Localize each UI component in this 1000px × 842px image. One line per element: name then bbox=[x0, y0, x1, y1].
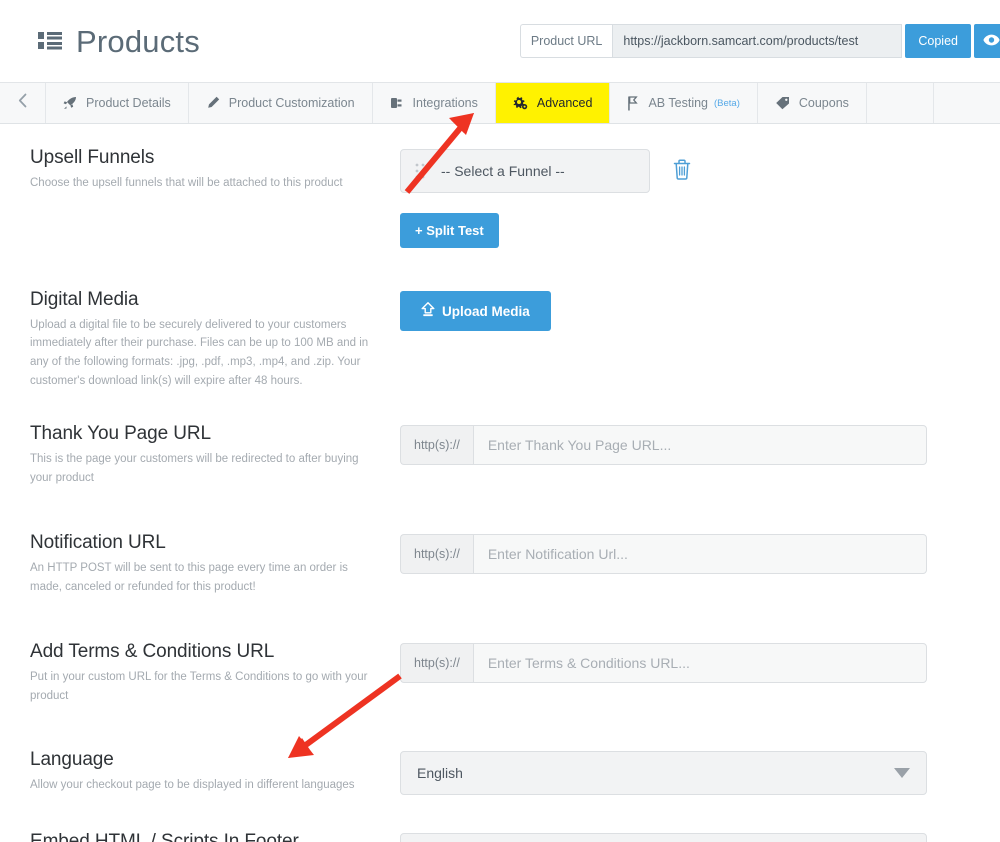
tab-label: Advanced bbox=[536, 96, 593, 110]
page-title: Products bbox=[76, 23, 200, 59]
trash-icon bbox=[672, 158, 692, 184]
caret-down-icon bbox=[894, 768, 910, 779]
url-protocol-prefix: http(s):// bbox=[400, 534, 473, 575]
section-title: Add Terms & Conditions URL bbox=[30, 641, 275, 663]
section-label-group: Upsell Funnels Choose the upsell funnels… bbox=[30, 146, 400, 192]
tab-coupons[interactable]: Coupons bbox=[758, 83, 867, 123]
section-description: Choose the upsell funnels that will be a… bbox=[30, 176, 343, 189]
section-thank-you-url: Thank You Page URL This is the page your… bbox=[0, 390, 1000, 487]
plug-icon bbox=[390, 96, 404, 110]
funnel-select[interactable]: -- Select a Funnel -- bbox=[400, 149, 650, 193]
drag-handle-icon[interactable] bbox=[415, 163, 425, 179]
section-upsell-funnels: Upsell Funnels Choose the upsell funnels… bbox=[0, 124, 1000, 248]
section-label-group: Notification URL An HTTP POST will be se… bbox=[30, 531, 400, 596]
flag-icon bbox=[627, 95, 639, 111]
tab-advanced[interactable]: Advanced bbox=[495, 83, 611, 123]
section-description: Allow your checkout page to be displayed… bbox=[30, 779, 355, 791]
upload-media-button[interactable]: Upload Media bbox=[400, 291, 551, 331]
product-url-label: Product URL bbox=[519, 24, 613, 58]
preview-product-button[interactable] bbox=[974, 24, 1000, 58]
advanced-settings-content: Upsell Funnels Choose the upsell funnels… bbox=[0, 124, 1000, 842]
tag-icon bbox=[775, 96, 790, 110]
pencil-icon bbox=[206, 96, 220, 110]
section-description: An HTTP POST will be sent to this page e… bbox=[30, 562, 348, 593]
section-terms-url: Add Terms & Conditions URL Put in your c… bbox=[0, 596, 1000, 705]
section-title: Embed HTML / Scripts In Footer bbox=[30, 831, 299, 842]
product-url-input[interactable] bbox=[612, 24, 903, 58]
notification-url-input[interactable] bbox=[472, 534, 927, 575]
add-split-test-button[interactable]: + Split Test bbox=[400, 213, 499, 248]
funnel-select-value: -- Select a Funnel -- bbox=[441, 163, 565, 179]
section-label-group: Add Terms & Conditions URL Put in your c… bbox=[30, 640, 400, 705]
section-field-group: Upload Media bbox=[400, 288, 970, 331]
tab-back-button[interactable] bbox=[0, 83, 46, 123]
tab-label: Product Customization bbox=[228, 96, 355, 110]
section-field-group: http(s):// bbox=[400, 422, 970, 466]
upload-media-label: Upload Media bbox=[442, 303, 530, 319]
section-title: Upsell Funnels bbox=[30, 147, 155, 168]
thank-you-url-group: http(s):// bbox=[400, 425, 927, 466]
tab-integrations[interactable]: Integrations bbox=[373, 83, 496, 123]
page-title-group: Products bbox=[38, 26, 200, 57]
section-title: Thank You Page URL bbox=[30, 423, 211, 445]
eye-icon bbox=[982, 34, 1000, 49]
language-select-value: English bbox=[417, 765, 463, 782]
section-language: Language Allow your checkout page to be … bbox=[0, 705, 1000, 796]
section-title: Digital Media bbox=[30, 289, 139, 310]
section-title: Language bbox=[30, 749, 114, 771]
tab-label: Integrations bbox=[412, 96, 478, 110]
section-field-group bbox=[400, 830, 970, 842]
advanced-settings-page: Products Product URL Copied bbox=[0, 0, 1000, 842]
section-description: Put in your custom URL for the Terms & C… bbox=[30, 671, 368, 702]
thank-you-url-input[interactable] bbox=[472, 425, 927, 466]
section-embed-html: Embed HTML / Scripts In Footer Embed any… bbox=[0, 795, 1000, 842]
tabbar-spacer bbox=[867, 83, 934, 123]
product-tabs: Product Details Product Customization In… bbox=[0, 82, 1000, 124]
section-description: This is the page your customers will be … bbox=[30, 453, 359, 484]
delete-funnel-button[interactable] bbox=[672, 158, 692, 184]
section-label-group: Language Allow your checkout page to be … bbox=[30, 748, 400, 794]
section-notification-url: Notification URL An HTTP POST will be se… bbox=[0, 487, 1000, 596]
list-grid-icon bbox=[38, 31, 62, 51]
section-field-group: -- Select a Funnel -- + Split Test bbox=[400, 146, 970, 248]
tab-label: Product Details bbox=[86, 96, 171, 110]
tab-label: AB Testing bbox=[648, 96, 708, 110]
section-title: Notification URL bbox=[30, 532, 166, 554]
section-field-group: English bbox=[400, 748, 970, 796]
url-protocol-prefix: http(s):// bbox=[400, 643, 473, 684]
notification-url-group: http(s):// bbox=[400, 534, 927, 575]
tab-beta-badge: (Beta) bbox=[714, 97, 740, 109]
upload-icon bbox=[421, 302, 435, 320]
page-header: Products Product URL Copied bbox=[0, 0, 1000, 82]
rocket-icon bbox=[63, 96, 77, 110]
section-label-group: Thank You Page URL This is the page your… bbox=[30, 422, 400, 487]
section-field-group: http(s):// bbox=[400, 531, 970, 575]
copy-url-button[interactable]: Copied bbox=[905, 24, 971, 58]
gears-icon bbox=[513, 96, 528, 110]
tab-product-details[interactable]: Product Details bbox=[46, 83, 189, 123]
tab-product-customization[interactable]: Product Customization bbox=[189, 83, 373, 123]
tab-label: Coupons bbox=[798, 96, 849, 110]
chevron-left-icon bbox=[18, 93, 27, 113]
terms-url-input[interactable] bbox=[472, 643, 927, 684]
section-description: Upload a digital file to be securely del… bbox=[30, 318, 369, 387]
language-select[interactable]: English bbox=[400, 751, 927, 796]
section-field-group: http(s):// bbox=[400, 640, 970, 684]
section-digital-media: Digital Media Upload a digital file to b… bbox=[0, 248, 1000, 390]
section-label-group: Digital Media Upload a digital file to b… bbox=[30, 288, 400, 390]
funnel-row: -- Select a Funnel -- bbox=[400, 149, 970, 193]
tab-ab-testing[interactable]: AB Testing (Beta) bbox=[610, 83, 758, 123]
tabbar-end-spacer bbox=[934, 83, 1000, 123]
embed-html-textarea[interactable] bbox=[400, 833, 927, 842]
terms-url-group: http(s):// bbox=[400, 643, 927, 684]
url-protocol-prefix: http(s):// bbox=[400, 425, 473, 466]
product-url-group: Product URL Copied bbox=[519, 24, 1000, 58]
section-label-group: Embed HTML / Scripts In Footer Embed any… bbox=[30, 830, 400, 842]
